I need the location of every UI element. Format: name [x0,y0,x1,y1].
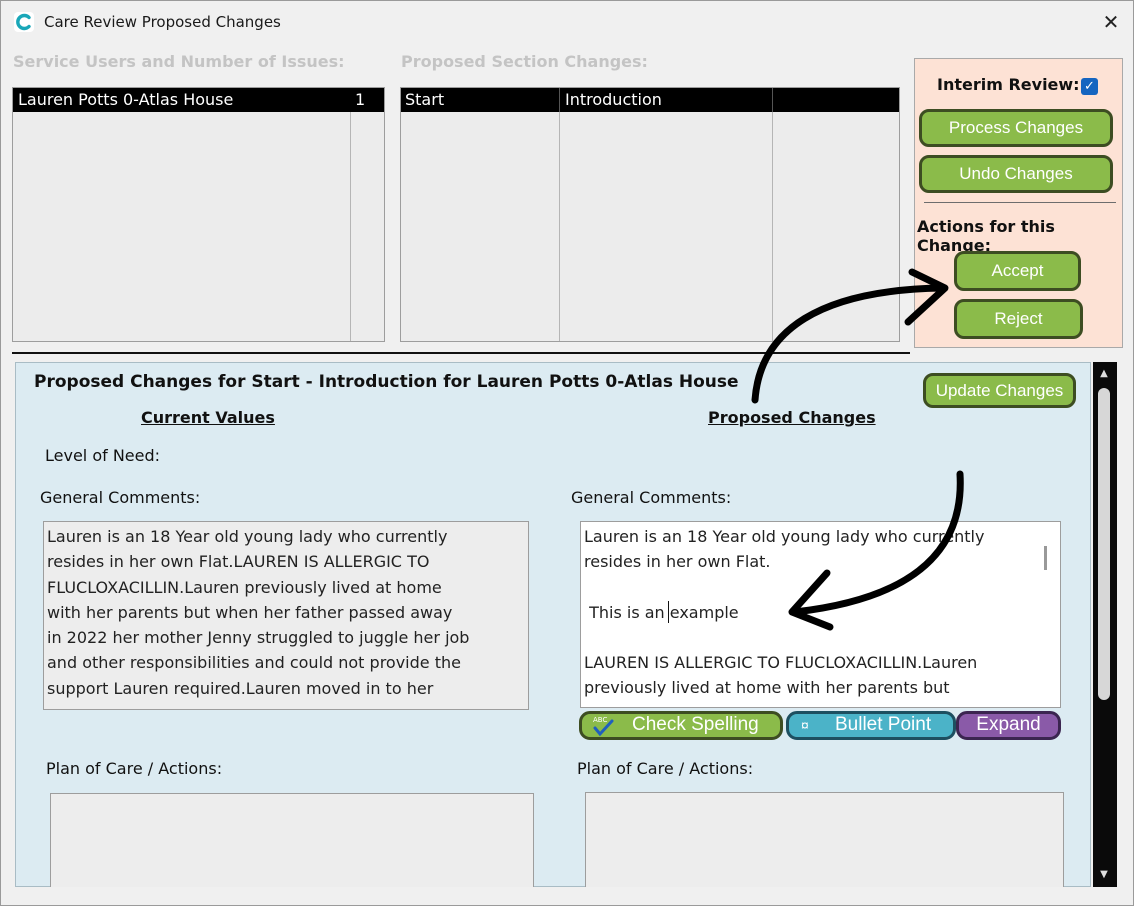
arrow-to-accept-icon [751,268,949,404]
arrow-to-proposed-text-icon [788,470,964,631]
annotation-arrows [751,268,964,631]
